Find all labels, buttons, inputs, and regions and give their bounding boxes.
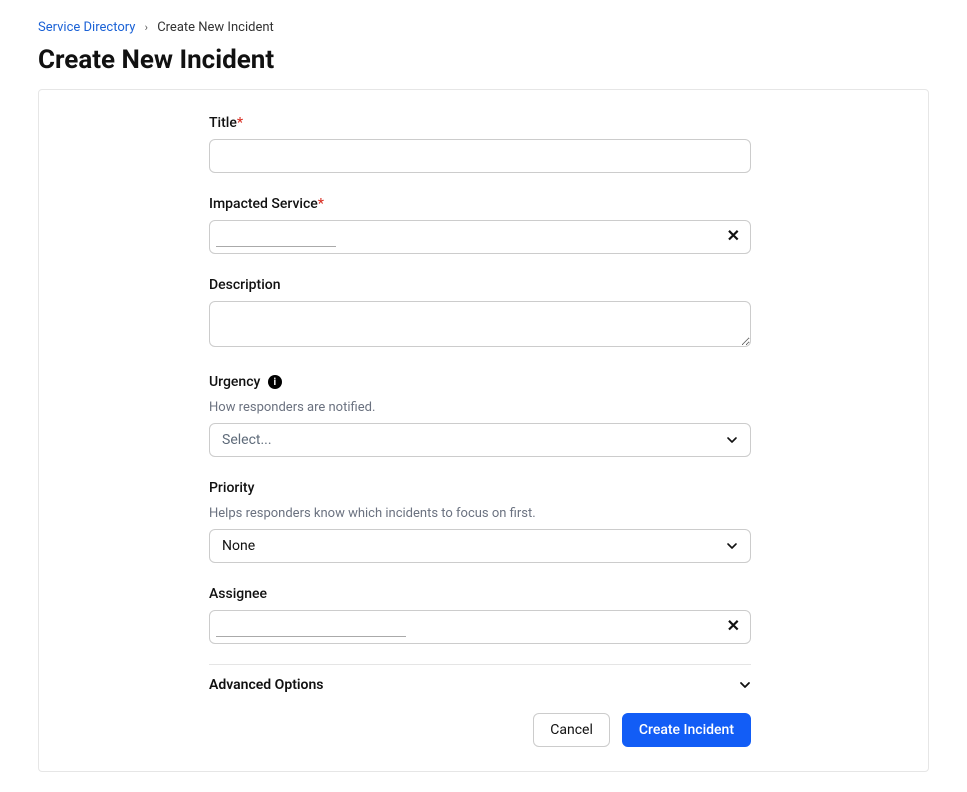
description-label: Description <box>209 277 281 293</box>
urgency-label: Urgency i <box>209 374 282 390</box>
impacted-service-combobox[interactable]: ✕ <box>209 220 751 254</box>
impacted-service-label: Impacted Service* <box>209 196 324 212</box>
page-title: Create New Incident <box>38 45 929 75</box>
breadcrumb: Service Directory › Create New Incident <box>38 20 929 35</box>
breadcrumb-current: Create New Incident <box>157 20 274 35</box>
breadcrumb-root-link[interactable]: Service Directory <box>38 20 135 35</box>
cancel-button[interactable]: Cancel <box>533 713 610 747</box>
title-label: Title* <box>209 115 243 131</box>
urgency-helper: How responders are notified. <box>209 400 751 415</box>
priority-select-text: None <box>222 538 255 554</box>
urgency-label-text: Urgency <box>209 374 260 390</box>
impacted-service-input[interactable] <box>216 227 336 247</box>
assignee-label: Assignee <box>209 586 267 602</box>
description-field: Description <box>209 274 751 351</box>
priority-helper: Helps responders know which incidents to… <box>209 506 751 521</box>
assignee-clear-button[interactable]: ✕ <box>727 619 740 635</box>
urgency-field: Urgency i How responders are notified. S… <box>209 371 751 457</box>
required-asterisk: * <box>318 196 324 212</box>
assignee-input[interactable] <box>216 617 406 637</box>
form-card: Title* Impacted Service* ✕ Description U… <box>38 89 929 772</box>
form-actions: Cancel Create Incident <box>209 713 751 747</box>
impacted-service-clear-button[interactable]: ✕ <box>727 229 740 245</box>
impacted-service-field: Impacted Service* ✕ <box>209 193 751 254</box>
breadcrumb-separator-icon: › <box>145 21 148 34</box>
chevron-down-icon <box>726 540 738 552</box>
required-asterisk: * <box>237 115 243 131</box>
priority-field: Priority Helps responders know which inc… <box>209 477 751 563</box>
urgency-select[interactable]: Select... <box>209 423 751 457</box>
priority-label: Priority <box>209 480 254 496</box>
title-field: Title* <box>209 112 751 173</box>
assignee-combobox[interactable]: ✕ <box>209 610 751 644</box>
title-label-text: Title <box>209 115 237 131</box>
impacted-service-label-text: Impacted Service <box>209 196 318 212</box>
assignee-field: Assignee ✕ <box>209 583 751 644</box>
close-icon: ✕ <box>727 618 740 635</box>
description-textarea[interactable] <box>209 301 751 347</box>
advanced-options-label: Advanced Options <box>209 677 323 693</box>
urgency-select-text: Select... <box>222 432 272 448</box>
advanced-options-toggle[interactable]: Advanced Options <box>209 665 751 705</box>
chevron-down-icon <box>726 434 738 446</box>
info-icon[interactable]: i <box>268 375 282 389</box>
close-icon: ✕ <box>727 228 740 245</box>
create-incident-button[interactable]: Create Incident <box>622 713 751 747</box>
priority-select[interactable]: None <box>209 529 751 563</box>
title-input[interactable] <box>209 139 751 173</box>
chevron-down-icon <box>739 679 751 691</box>
